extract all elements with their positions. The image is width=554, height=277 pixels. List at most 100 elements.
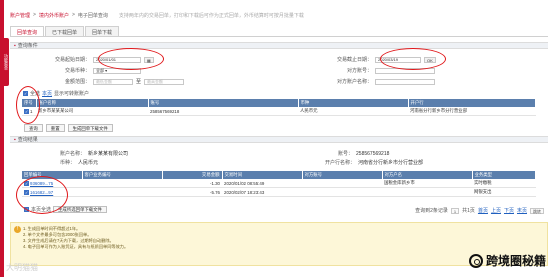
- ok-button[interactable]: OK: [424, 56, 436, 63]
- amount-cell: -1.30: [162, 179, 222, 188]
- receipt-table: 回单编号 客户业务编号 交易金额 交易时间 对方账号 对方户名 业务类型 ✓ 93…: [22, 171, 536, 197]
- col-time: 交易时间: [222, 171, 303, 179]
- pager-prev[interactable]: 上页: [491, 207, 501, 214]
- pager-total: 共1页: [462, 208, 475, 214]
- end-date-row: 交易截止日期： 2020/03/19 OK: [322, 56, 436, 63]
- receipt-id-link[interactable]: 161682...97: [30, 190, 53, 195]
- query-button-row: 查询 重置 生成回单下载文件: [24, 124, 113, 132]
- select-all-label: 全选: [30, 91, 41, 97]
- col-account-no: 账号: [148, 99, 299, 107]
- result-account-name-label: 账户名称：: [60, 151, 86, 157]
- calendar-icon[interactable]: ▦: [144, 56, 154, 63]
- tab-bar: 回单查询 已下载回单 回单下载: [10, 26, 548, 37]
- result-account-no-row: 账号： 258567569218: [338, 150, 390, 158]
- currency-row: 交易币种： 全部 ▾: [40, 67, 141, 74]
- account-table-header: 序号 账户名称 账号 币种 开户行: [22, 99, 536, 107]
- counter-name-cell: 国税金库新乡市: [382, 179, 472, 188]
- breadcrumb-tip: 支持两年内的交易回单，打印和下载后可作为正式回单，外币结算时可按月批量下载: [118, 12, 304, 19]
- amount-min-input[interactable]: 最低金额: [93, 78, 133, 85]
- currency-label: 交易币种：: [64, 68, 90, 74]
- col-counter-name: 对方户名: [382, 171, 473, 179]
- col-receipt-id: 回单编号: [22, 171, 83, 179]
- result-currency-row: 币种： 人民币元: [60, 159, 98, 166]
- receipt-table-header: 回单编号 客户业务编号 交易金额 交易时间 对方账号 对方户名 业务类型: [22, 171, 536, 179]
- table-row[interactable]: ✓ 1 新乡市某某某公司 258567569218 人民币元 河南省分行新乡市分行…: [22, 107, 536, 116]
- counter-name-cell: [382, 187, 472, 197]
- breadcrumb-separator: >: [71, 12, 75, 18]
- col-bank: 开户行: [408, 99, 536, 107]
- row-index-cell[interactable]: ✓ 1: [22, 107, 36, 116]
- watermark: 跨境圈秘籍: [468, 252, 546, 269]
- row-checkbox[interactable]: ✓: [24, 108, 29, 114]
- receipt-id-cell[interactable]: ✓ 161682...97: [22, 187, 82, 197]
- amount-max-input[interactable]: 最高金额: [144, 78, 185, 85]
- account-table: 序号 账户名称 账号 币种 开户行 ✓ 1 新乡市某某某公司 2585675692…: [22, 99, 536, 116]
- only-link[interactable]: 本页: [42, 90, 52, 97]
- counter-name-label: 对方账户名称：: [336, 79, 372, 85]
- wechat-logo-icon: [468, 253, 483, 268]
- tab-receipt-download[interactable]: 回单下载: [85, 26, 120, 36]
- show-accounts-text: 显示可转账账户: [54, 91, 90, 97]
- select-all-checkbox[interactable]: ✓: [23, 91, 28, 96]
- pager-first[interactable]: 首页: [478, 207, 488, 214]
- amount-cell: -5.76: [162, 187, 222, 197]
- select-all-accounts[interactable]: ✓ 全选 本页 显示可转账账户: [23, 90, 89, 97]
- result-account-no-label: 账号：: [338, 151, 354, 157]
- pager-current-page[interactable]: 1: [450, 207, 460, 214]
- end-date-input[interactable]: 2020/03/19: [375, 56, 421, 63]
- reset-button[interactable]: 重置: [45, 124, 65, 132]
- page-select-checkbox[interactable]: ✓: [24, 207, 29, 212]
- breadcrumb-item-account-mgmt[interactable]: 账户管理: [10, 12, 30, 19]
- start-date-label: 交易起始日期：: [54, 57, 90, 63]
- pager-next[interactable]: 下页: [504, 207, 514, 214]
- row-checkbox[interactable]: ✓: [24, 189, 29, 195]
- col-currency: 币种: [298, 99, 409, 107]
- start-date-row: 交易起始日期： 2020/01/01 ▦: [40, 56, 154, 63]
- counter-account-input[interactable]: [375, 67, 435, 74]
- counter-account-cell: [302, 179, 382, 188]
- account-no-cell: 258567569218: [148, 107, 298, 116]
- amount-row: 金额范围： 最低金额 至 最高金额: [40, 78, 185, 85]
- warning-icon: !: [14, 226, 21, 233]
- generate-download-file-button[interactable]: 生成回单下载文件: [67, 124, 113, 132]
- result-bank-value: 河南省分行新乡市分行营业部: [358, 160, 424, 166]
- table-row[interactable]: ✓ 936089...75 -1.30 2020/01/02 08:55:49 国…: [22, 179, 536, 188]
- row-checkbox[interactable]: ✓: [24, 180, 29, 186]
- counter-name-row: 对方账户名称：: [322, 78, 435, 85]
- time-cell: 2020/02/07 18:23:43: [222, 187, 302, 197]
- watermark-text: 跨境圈秘籍: [485, 254, 546, 268]
- tab-receipt-query[interactable]: 回单查询: [10, 26, 45, 36]
- account-name-cell: 新乡市某某某公司: [36, 107, 148, 116]
- amount-to-label: 至: [136, 79, 142, 85]
- query-button[interactable]: 查询: [24, 124, 43, 132]
- result-section-title: 查询结果: [10, 136, 548, 143]
- col-amount: 交易金额: [162, 171, 223, 179]
- tab-downloaded-receipts[interactable]: 已下载回单: [45, 26, 85, 36]
- side-menu-tab[interactable]: 功能菜单: [2, 38, 9, 86]
- page-select-row: ✓ 本页全选 生成所选回单下载文件: [24, 206, 107, 213]
- business-type-cell: 网银支出: [472, 187, 536, 197]
- faint-watermark: 大明猫猫: [6, 263, 38, 272]
- pager-summary: 查询到2条记录: [415, 208, 448, 214]
- counter-account-row: 对方账号：: [322, 67, 435, 74]
- start-date-input[interactable]: 2020/01/01: [93, 56, 141, 63]
- table-row[interactable]: ✓ 161682...97 -5.76 2020/02/07 18:23:43 网…: [22, 187, 536, 197]
- currency-cell: 人民币元: [298, 107, 408, 116]
- col-index: 序号: [22, 99, 37, 107]
- col-counter-account: 对方账号: [302, 171, 383, 179]
- currency-select[interactable]: 全部 ▾: [93, 67, 141, 74]
- amount-label: 金额范围：: [64, 79, 90, 85]
- breadcrumb-separator: >: [33, 12, 36, 18]
- breadcrumb-item-forex-account[interactable]: 境内外币账户: [39, 12, 69, 19]
- receipt-id-cell[interactable]: ✓ 936089...75: [22, 179, 82, 188]
- end-date-label: 交易截止日期：: [336, 57, 372, 63]
- customer-no-cell: [82, 179, 162, 188]
- time-cell: 2020/01/02 08:55:49: [222, 179, 302, 188]
- pager-go-button[interactable]: 跳转: [530, 207, 544, 214]
- counter-name-input[interactable]: [375, 78, 435, 85]
- result-account-no-value: 258567569218: [356, 150, 390, 157]
- receipt-id-link[interactable]: 936089...75: [30, 181, 53, 186]
- pager-last[interactable]: 末页: [517, 207, 527, 214]
- generate-selected-file-button[interactable]: 生成所选回单下载文件: [53, 206, 107, 213]
- result-account-name-row: 账户名称： 新乡某某有限公司: [60, 150, 128, 157]
